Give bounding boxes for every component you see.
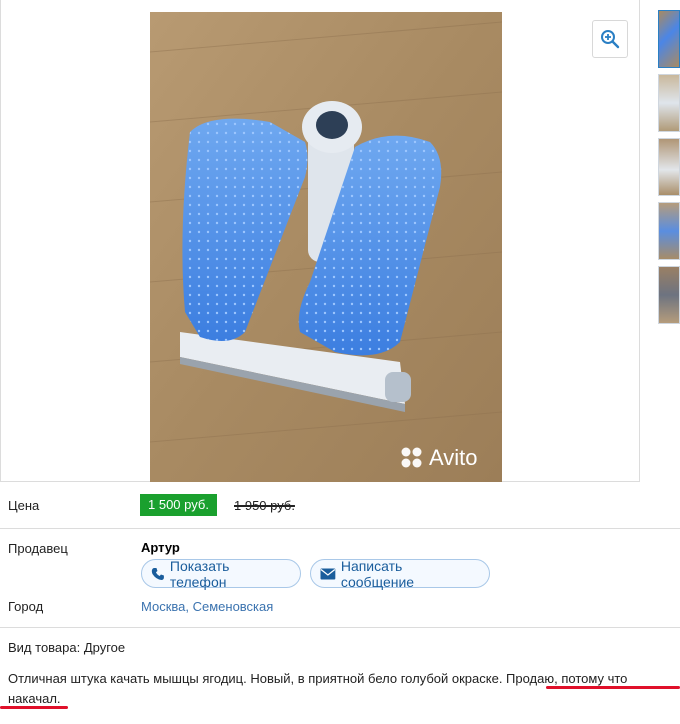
show-phone-button[interactable]: Показать телефон <box>141 557 301 590</box>
city-label: Город <box>8 599 44 614</box>
write-message-label: Написать сообщение <box>340 557 415 590</box>
phone-icon <box>151 567 164 580</box>
zoom-button[interactable] <box>592 20 628 58</box>
old-price: 1 950 руб. <box>234 498 295 513</box>
highlight-underline <box>546 686 680 689</box>
avito-watermark: Avito <box>429 445 478 470</box>
thumbnail[interactable] <box>658 10 680 68</box>
price-badge: 1 500 руб. <box>140 494 217 516</box>
seller-label: Продавец <box>8 541 68 556</box>
seller-name: Артур <box>141 540 180 555</box>
divider <box>0 627 680 628</box>
goods-type: Вид товара: Другое <box>8 640 126 655</box>
divider <box>0 528 680 529</box>
price-label: Цена <box>8 498 40 513</box>
highlight-underline <box>0 706 68 709</box>
envelope-icon <box>320 568 336 579</box>
zoom-in-icon <box>601 30 620 49</box>
thumbnail[interactable] <box>658 74 680 132</box>
description: Отличная штука качать мышцы ягодиц. Новы… <box>8 669 680 709</box>
write-message-button[interactable]: Написать сообщение <box>310 557 490 590</box>
thumbnail[interactable] <box>658 202 680 260</box>
thumbnail[interactable] <box>658 266 680 324</box>
description-line: накачал. <box>8 691 61 706</box>
thumbnail-strip <box>658 10 680 330</box>
product-photo[interactable]: Avito <box>150 12 502 482</box>
show-phone-label: Показать телефон <box>169 557 230 590</box>
city-link[interactable]: Москва, Семеновская <box>141 599 273 614</box>
thumbnail[interactable] <box>658 138 680 196</box>
